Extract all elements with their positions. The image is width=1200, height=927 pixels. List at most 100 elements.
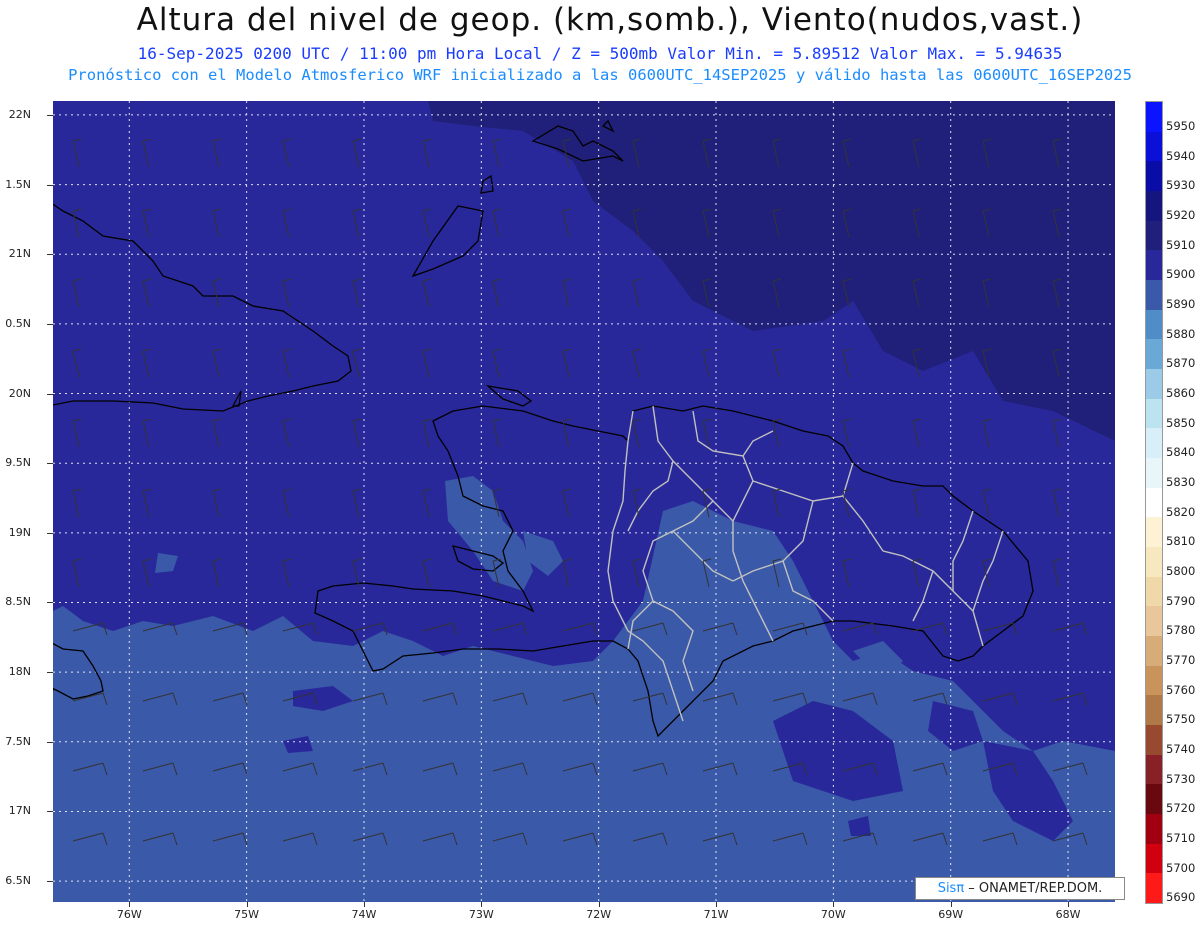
colorbar-label: 5950	[1166, 118, 1196, 133]
lat-tick	[47, 602, 53, 604]
lat-tick	[47, 114, 53, 116]
colorbar-label: 5690	[1166, 890, 1196, 905]
colorbar-segment	[1146, 487, 1162, 518]
colorbar-segment	[1146, 814, 1162, 845]
credit-box: Sisπ – ONAMET/REP.DOM.	[915, 877, 1125, 900]
colorbar-segment	[1146, 102, 1162, 133]
lat-label: 19N	[8, 525, 31, 539]
colorbar-segment	[1146, 873, 1162, 904]
lat-label: 21N	[8, 247, 31, 261]
colorbar-segment	[1146, 843, 1162, 874]
chart-title: Altura del nivel de geop. (km,somb.), Vi…	[136, 2, 1084, 38]
colorbar-label: 5920	[1166, 207, 1196, 222]
lat-label: 7.5N	[5, 734, 31, 748]
lat-tick	[47, 323, 53, 325]
lon-label: 72W	[586, 908, 612, 921]
colorbar-label: 5710	[1166, 830, 1196, 845]
lat-tick	[47, 184, 53, 186]
colorbar-segment	[1146, 398, 1162, 429]
colorbar-segment	[1146, 606, 1162, 637]
colorbar-label: 5750	[1166, 712, 1196, 727]
lon-tick	[598, 902, 600, 907]
credit-text: – ONAMET/REP.DOM.	[964, 881, 1103, 896]
lat-label: 8.5N	[5, 595, 31, 609]
colorbar-segment	[1146, 309, 1162, 340]
lon-label: 68W	[1055, 908, 1081, 921]
colorbar-segment	[1146, 428, 1162, 459]
valid-time-subtitle: 16-Sep-2025 0200 UTC / 11:00 pm Hora Loc…	[137, 44, 1063, 63]
colorbar-segment	[1146, 665, 1162, 696]
colorbar-label: 5720	[1166, 801, 1196, 816]
lon-tick	[363, 902, 365, 907]
colorbar-label: 5890	[1166, 296, 1196, 311]
lat-tick	[47, 532, 53, 534]
lon-label: 75W	[234, 908, 260, 921]
lat-tick	[47, 463, 53, 465]
lat-label: 1.5N	[5, 177, 31, 191]
colorbar-label: 5880	[1166, 326, 1196, 341]
colorbar-segment	[1146, 636, 1162, 667]
lon-tick	[833, 902, 835, 907]
colorbar-label: 5810	[1166, 534, 1196, 549]
lat-tick	[47, 393, 53, 395]
lon-tick	[1068, 902, 1070, 907]
colorbar-label: 5910	[1166, 237, 1196, 252]
sispi-logo: Sisπ	[937, 881, 965, 896]
colorbar-segment	[1146, 131, 1162, 162]
colorbar-segment	[1146, 725, 1162, 756]
colorbar-label: 5790	[1166, 593, 1196, 608]
model-run-subtitle: Pronóstico con el Modelo Atmosferico WRF…	[68, 66, 1132, 84]
colorbar-segment	[1146, 576, 1162, 607]
colorbar-label: 5850	[1166, 415, 1196, 430]
lon-tick	[129, 902, 131, 907]
colorbar-label: 5860	[1166, 385, 1196, 400]
colorbar-segment	[1146, 250, 1162, 281]
lon-label: 76W	[116, 908, 142, 921]
lat-label: 9.5N	[5, 456, 31, 470]
colorbar-segment	[1146, 754, 1162, 785]
colorbar-segment	[1146, 280, 1162, 311]
colorbar-segment	[1146, 784, 1162, 815]
lat-label: 22N	[8, 107, 31, 121]
lon-tick	[481, 902, 483, 907]
colorbar-segment	[1146, 517, 1162, 548]
lon-tick	[246, 902, 248, 907]
colorbar-label: 5700	[1166, 860, 1196, 875]
lat-label: 18N	[8, 665, 31, 679]
lat-tick	[47, 881, 53, 883]
colorbar-label: 5780	[1166, 623, 1196, 638]
colorbar-segment	[1146, 191, 1162, 222]
colorbar-label: 5840	[1166, 445, 1196, 460]
colorbar	[1145, 101, 1163, 904]
lat-label: 6.5N	[5, 874, 31, 888]
colorbar-label: 5820	[1166, 504, 1196, 519]
colorbar-label: 5760	[1166, 682, 1196, 697]
colorbar-segment	[1146, 695, 1162, 726]
colorbar-segment	[1146, 547, 1162, 578]
colorbar-segment	[1146, 161, 1162, 192]
colorbar-segment	[1146, 220, 1162, 251]
lat-tick	[47, 741, 53, 743]
lat-label: 17N	[8, 804, 31, 818]
lat-label: 20N	[8, 386, 31, 400]
colorbar-label: 5930	[1166, 178, 1196, 193]
colorbar-label: 5730	[1166, 771, 1196, 786]
lon-label: 70W	[820, 908, 846, 921]
colorbar-segment	[1146, 458, 1162, 489]
lon-label: 74W	[351, 908, 377, 921]
lat-label: 0.5N	[5, 316, 31, 330]
colorbar-segment	[1146, 369, 1162, 400]
lon-label: 71W	[703, 908, 729, 921]
lat-tick	[47, 672, 53, 674]
colorbar-label: 5770	[1166, 652, 1196, 667]
lon-label: 69W	[938, 908, 964, 921]
lon-label: 73W	[468, 908, 494, 921]
colorbar-label: 5740	[1166, 741, 1196, 756]
colorbar-label: 5940	[1166, 148, 1196, 163]
colorbar-label: 5870	[1166, 356, 1196, 371]
lat-tick	[47, 811, 53, 813]
lon-tick	[950, 902, 952, 907]
colorbar-label: 5900	[1166, 267, 1196, 282]
lon-tick	[716, 902, 718, 907]
colorbar-segment	[1146, 339, 1162, 370]
